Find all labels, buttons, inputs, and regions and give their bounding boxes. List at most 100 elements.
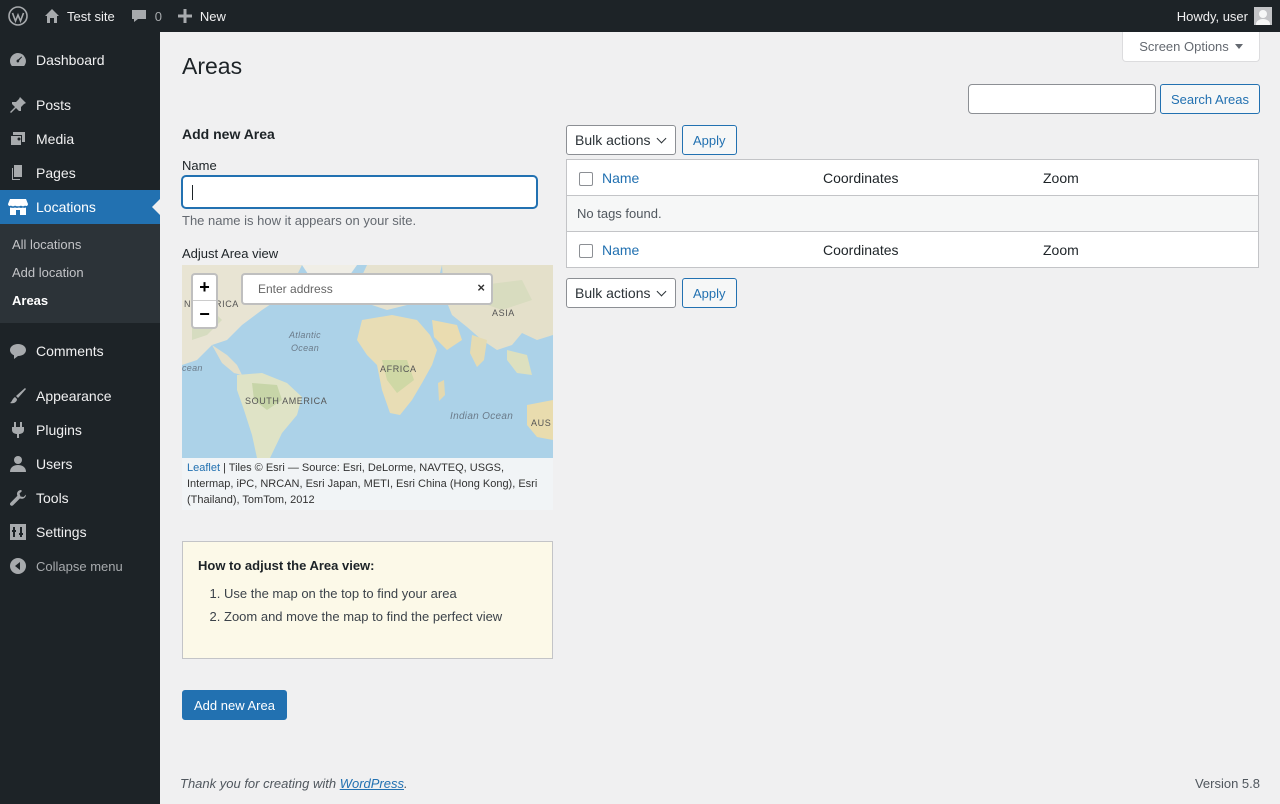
zoom-in-button[interactable]: +	[193, 275, 216, 301]
close-icon[interactable]: ×	[477, 280, 485, 295]
site-name-label: Test site	[67, 8, 115, 24]
no-items-row: No tags found.	[567, 196, 1258, 231]
map-zoom-control: + −	[191, 273, 218, 329]
menu-label: Tools	[36, 490, 69, 506]
footer-version: Version 5.8	[1194, 776, 1260, 791]
select-all-checkbox[interactable]	[579, 171, 593, 186]
screen-options-label: Screen Options	[1139, 39, 1229, 54]
menu-dashboard[interactable]: Dashboard	[0, 43, 160, 77]
new-label: New	[199, 8, 226, 24]
search-box: Search Areas	[967, 84, 1260, 114]
menu-media[interactable]: Media	[0, 122, 160, 156]
attribution-text: | Tiles © Esri — Source: Esri, DeLorme, …	[187, 462, 538, 506]
home-icon	[44, 8, 60, 24]
areas-table: Name Coordinates Zoom No tags found. Nam…	[566, 159, 1259, 268]
form-heading: Add new Area	[182, 126, 275, 142]
menu-pages[interactable]: Pages	[0, 156, 160, 190]
apply-button-bottom[interactable]: Apply	[682, 278, 737, 308]
menu-plugins[interactable]: Plugins	[0, 413, 160, 447]
collapse-arrow-icon	[0, 557, 36, 575]
map-label-atlantic: Atlantic	[289, 330, 321, 340]
column-name-footer[interactable]: Name	[602, 242, 823, 258]
address-input-placeholder: Enter address	[258, 282, 333, 296]
map-address-search[interactable]: Enter address ×	[241, 273, 493, 305]
footer-thankyou: Thank you for creating with WordPress.	[180, 776, 408, 791]
name-label: Name	[182, 158, 217, 173]
settings-icon	[0, 523, 36, 541]
tablenav-bottom: Bulk actions Apply	[566, 278, 1259, 308]
column-zoom-footer: Zoom	[1043, 241, 1079, 258]
menu-settings[interactable]: Settings	[0, 515, 160, 549]
screen-options-button[interactable]: Screen Options	[1122, 32, 1260, 62]
map-label-australia: AUS	[531, 418, 552, 428]
help-step: Use the map on the top to find your area	[224, 586, 537, 601]
name-description: The name is how it appears on your site.	[182, 213, 417, 228]
map-label-indian-ocean: Indian Ocean	[450, 411, 514, 422]
submenu-add-location[interactable]: Add location	[0, 259, 160, 287]
help-title: How to adjust the Area view:	[198, 558, 375, 573]
map-label: Adjust Area view	[182, 246, 279, 261]
comment-bubble-icon	[131, 8, 147, 24]
menu-tools[interactable]: Tools	[0, 481, 160, 515]
collapse-menu-button[interactable]: Collapse menu	[0, 549, 160, 583]
map-attribution: Leaflet | Tiles © Esri — Source: Esri, D…	[182, 458, 553, 510]
area-map[interactable]: N AMERICA ASIA Atlantic Ocean cean AFRIC…	[182, 265, 553, 458]
pin-icon	[0, 96, 36, 114]
page-icon	[0, 164, 36, 182]
menu-users[interactable]: Users	[0, 447, 160, 481]
menu-label: Dashboard	[36, 52, 105, 68]
tablenav-top: Bulk actions Apply	[566, 125, 1259, 155]
submenu-areas[interactable]: Areas	[0, 287, 160, 315]
menu-comments[interactable]: Comments	[0, 334, 160, 368]
menu-label: Plugins	[36, 422, 82, 438]
menu-locations[interactable]: Locations	[0, 190, 160, 224]
zoom-out-button[interactable]: −	[193, 301, 216, 327]
menu-label: Settings	[36, 524, 87, 540]
caret-down-icon	[1234, 44, 1243, 49]
admin-sidebar: Dashboard Posts Media Pages Locations Al…	[0, 32, 160, 804]
help-steps: Use the map on the top to find your area…	[198, 586, 537, 624]
new-content-menu[interactable]: New	[170, 0, 234, 32]
column-name[interactable]: Name	[602, 170, 823, 186]
add-area-form: Add new Area Name The name is how it app…	[182, 126, 553, 720]
site-name-menu[interactable]: Test site	[36, 0, 123, 32]
comments-count: 0	[154, 8, 162, 24]
leaflet-link[interactable]: Leaflet	[187, 462, 220, 474]
wordpress-logo-icon[interactable]	[0, 0, 36, 32]
help-box: How to adjust the Area view: Use the map…	[182, 541, 553, 659]
menu-posts[interactable]: Posts	[0, 88, 160, 122]
map-label-south-america: SOUTH AMERICA	[245, 396, 328, 406]
media-icon	[0, 130, 36, 148]
add-new-area-button[interactable]: Add new Area	[182, 690, 287, 720]
menu-label: Posts	[36, 97, 72, 113]
submenu-all-locations[interactable]: All locations	[0, 231, 160, 259]
wordpress-link[interactable]: WordPress	[340, 776, 404, 791]
table-footer-row: Name Coordinates Zoom	[567, 231, 1258, 267]
my-account-menu[interactable]: Howdy, user	[1169, 0, 1280, 32]
plugin-icon	[0, 421, 36, 439]
column-zoom: Zoom	[1043, 169, 1079, 186]
search-button[interactable]: Search Areas	[1159, 84, 1260, 114]
comments-menu[interactable]: 0	[123, 0, 170, 32]
bulk-actions-select[interactable]: Bulk actions	[566, 125, 676, 155]
map-label-ocean: Ocean	[291, 343, 320, 353]
locations-submenu: All locations Add location Areas	[0, 224, 160, 323]
map-label-ocean-partial: cean	[182, 363, 203, 373]
column-coordinates: Coordinates	[823, 169, 899, 186]
search-input[interactable]	[967, 84, 1156, 114]
apply-button[interactable]: Apply	[682, 125, 737, 155]
table-header-row: Name Coordinates Zoom	[567, 160, 1258, 196]
name-input[interactable]	[182, 176, 537, 208]
map-label-asia: ASIA	[492, 308, 515, 318]
select-all-checkbox-footer[interactable]	[579, 243, 593, 258]
menu-label: Pages	[36, 165, 76, 181]
menu-label: Locations	[36, 199, 96, 215]
main-content: Screen Options Areas Search Areas Add ne…	[160, 32, 1280, 804]
howdy-label: Howdy, user	[1176, 8, 1248, 24]
map-label-africa: AFRICA	[380, 364, 417, 374]
areas-list: Bulk actions Apply Name Coordinates Zoom…	[566, 125, 1259, 308]
menu-appearance[interactable]: Appearance	[0, 379, 160, 413]
menu-label: Comments	[36, 343, 104, 359]
bulk-actions-select-bottom[interactable]: Bulk actions	[566, 278, 676, 308]
footer-text-end: .	[404, 776, 408, 791]
